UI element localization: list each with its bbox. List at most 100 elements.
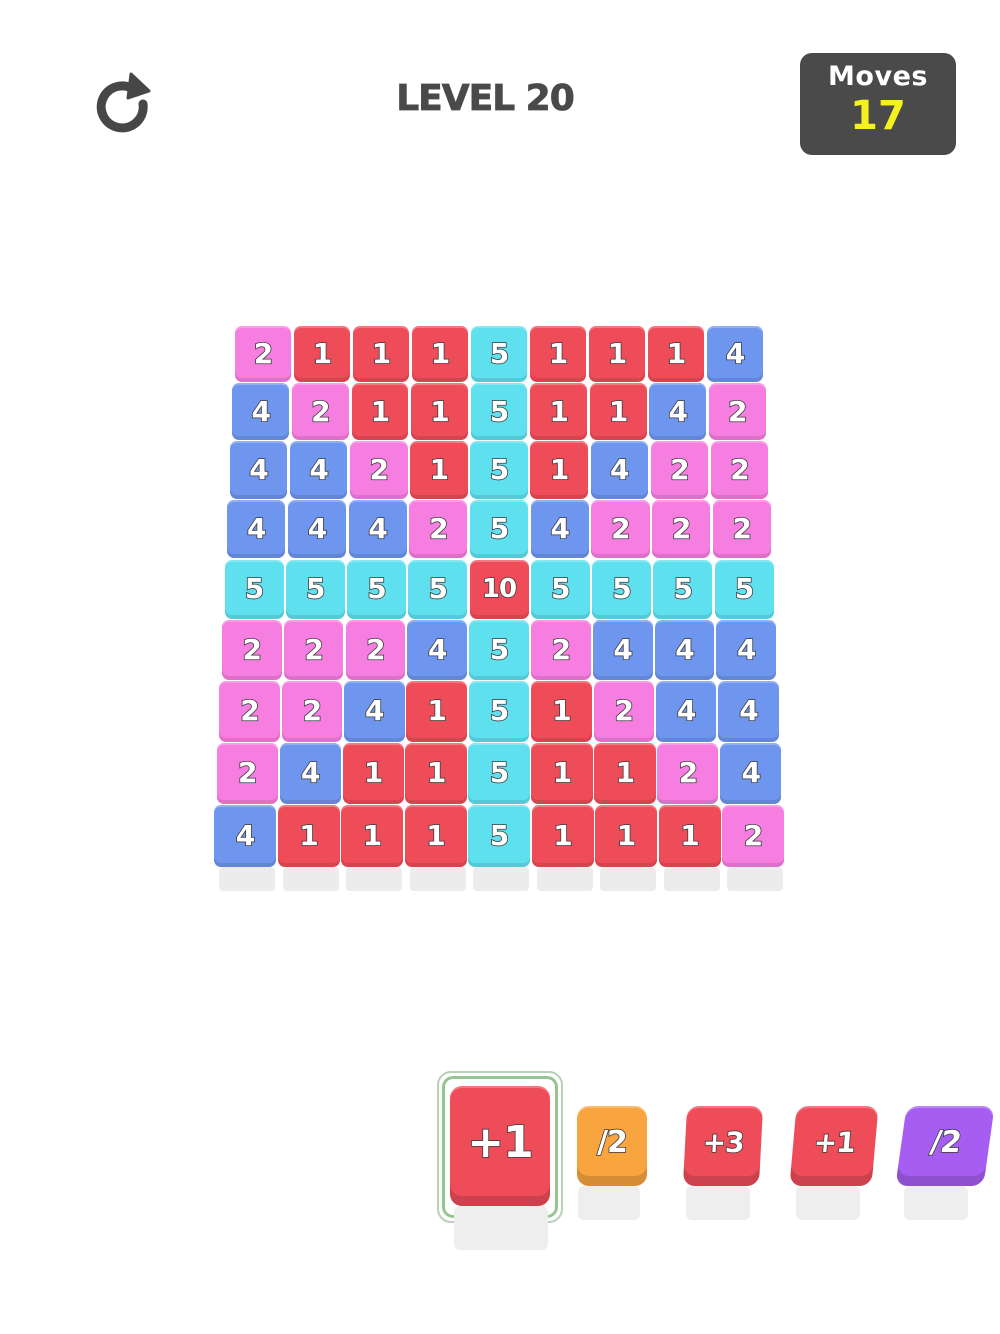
grid-tile[interactable]: 2 — [283, 620, 344, 680]
grid-tile[interactable]: 4 — [590, 441, 648, 499]
grid-tile[interactable]: 1 — [595, 805, 657, 868]
grid-tile[interactable]: 1 — [353, 326, 409, 382]
grid-tile[interactable]: 4 — [530, 500, 589, 559]
grid-tile[interactable]: 1 — [531, 805, 594, 868]
grid-tile[interactable]: 4 — [227, 500, 286, 559]
grid-tile[interactable]: 1 — [411, 383, 468, 441]
grid-tile[interactable]: 2 — [350, 441, 408, 499]
grid-tile[interactable]: 4 — [232, 383, 290, 441]
grid-tile[interactable]: 1 — [294, 326, 350, 382]
tile-value: 2 — [678, 756, 699, 790]
grid-tile[interactable]: 2 — [708, 383, 766, 441]
grid-tile[interactable]: 2 — [712, 500, 771, 559]
grid-tile[interactable]: 1 — [589, 326, 645, 382]
tile-value: 4 — [550, 512, 571, 546]
grid-tile[interactable]: 4 — [654, 620, 715, 680]
grid-tile[interactable]: 4 — [592, 620, 653, 680]
grid-tile[interactable]: 5 — [469, 620, 529, 680]
grid-tile[interactable]: 4 — [707, 326, 763, 382]
grid-tile[interactable]: 1 — [412, 326, 468, 382]
grid-tile[interactable]: 1 — [341, 805, 403, 868]
grid-tile[interactable]: 4 — [279, 742, 341, 805]
tile-value: 1 — [615, 756, 636, 790]
grid-tile[interactable]: 1 — [530, 326, 586, 382]
tile-value: 4 — [246, 512, 267, 546]
grid-tile[interactable]: 1 — [594, 742, 656, 805]
grid-tile[interactable]: 5 — [471, 326, 527, 382]
tile-shadow — [282, 867, 339, 892]
grid-tile[interactable]: 1 — [405, 742, 467, 805]
grid-tile[interactable]: 1 — [342, 742, 404, 805]
grid-tile[interactable]: 4 — [655, 681, 717, 742]
grid-tile[interactable]: 1 — [648, 326, 704, 382]
grid-tile[interactable]: 4 — [214, 805, 276, 868]
grid-tile[interactable]: 5 — [470, 383, 528, 441]
grid-tile[interactable]: 1 — [277, 805, 340, 868]
tile-value: 1 — [552, 819, 573, 853]
grid-tile[interactable]: 5 — [530, 559, 590, 619]
grid-tile[interactable]: 5 — [714, 559, 774, 619]
grid-tile[interactable]: 5 — [285, 559, 345, 619]
operator-piece[interactable]: +1 — [450, 1086, 550, 1206]
grid-tile[interactable]: 4 — [720, 742, 782, 805]
grid-tile[interactable]: 1 — [406, 681, 467, 742]
grid-tile[interactable]: 2 — [219, 681, 280, 742]
grid-tile[interactable]: 10 — [469, 559, 529, 619]
operator-piece[interactable]: /2 — [577, 1106, 647, 1186]
grid-tile[interactable]: 2 — [593, 681, 654, 742]
grid-tile[interactable]: 5 — [468, 681, 530, 742]
grid-tile[interactable]: 1 — [351, 383, 409, 441]
tile-value: 5 — [428, 572, 449, 606]
grid-tile[interactable]: 5 — [408, 559, 468, 619]
grid-tile[interactable]: 4 — [287, 500, 347, 559]
grid-tile[interactable]: 2 — [591, 500, 650, 559]
grid-tile[interactable]: 2 — [657, 742, 719, 805]
tile-value: 4 — [309, 453, 330, 487]
grid-tile[interactable]: 2 — [530, 620, 591, 680]
grid-tile[interactable]: 5 — [592, 559, 651, 619]
grid-tile[interactable]: 5 — [347, 559, 406, 619]
grid-tile[interactable]: 4 — [348, 500, 407, 559]
grid-tile[interactable]: 4 — [716, 620, 777, 680]
grid-tile[interactable]: 4 — [407, 620, 468, 680]
operator-label: +1 — [812, 1125, 857, 1160]
grid-tile[interactable]: 4 — [718, 681, 779, 742]
grid-tile[interactable]: 2 — [291, 383, 349, 441]
grid-tile[interactable]: 1 — [530, 383, 587, 441]
grid-tile[interactable]: 2 — [345, 620, 406, 680]
operator-piece[interactable]: +3 — [682, 1106, 764, 1186]
tile-value: 4 — [251, 394, 272, 428]
operator-piece[interactable]: /2 — [895, 1106, 995, 1186]
grid-tile[interactable]: 4 — [344, 681, 405, 742]
grid-tile[interactable]: 2 — [722, 805, 784, 868]
tile-shadow — [536, 867, 593, 892]
grid-tile[interactable]: 2 — [409, 500, 468, 559]
grid-tile[interactable]: 2 — [651, 500, 711, 559]
grid-tile[interactable]: 5 — [470, 441, 528, 499]
grid-tile[interactable]: 2 — [281, 681, 343, 742]
grid-tile[interactable]: 5 — [653, 559, 713, 619]
tile-value: 1 — [616, 819, 637, 853]
grid-tile[interactable]: 5 — [224, 559, 284, 619]
grid-tile[interactable]: 2 — [216, 742, 278, 805]
grid-tile[interactable]: 5 — [469, 500, 529, 559]
grid-tile[interactable]: 5 — [468, 805, 530, 868]
grid-tile[interactable]: 1 — [404, 805, 467, 868]
grid-tile[interactable]: 1 — [658, 805, 721, 868]
grid-tile[interactable]: 1 — [531, 681, 592, 742]
grid-tile[interactable]: 4 — [649, 383, 707, 441]
grid-tile[interactable]: 1 — [589, 383, 647, 441]
grid-tile[interactable]: 5 — [468, 742, 530, 805]
grid-tile[interactable]: 4 — [229, 441, 288, 499]
piece-shadow — [578, 1186, 640, 1220]
grid-tile[interactable]: 2 — [221, 620, 282, 680]
grid-tile[interactable]: 2 — [710, 441, 769, 499]
grid-tile[interactable]: 1 — [410, 441, 468, 499]
operator-piece[interactable]: +1 — [789, 1106, 879, 1186]
grid-tile[interactable]: 1 — [530, 441, 588, 499]
grid-tile[interactable]: 1 — [531, 742, 593, 805]
grid-tile[interactable]: 2 — [235, 326, 291, 382]
restart-button[interactable] — [86, 66, 158, 138]
grid-tile[interactable]: 2 — [650, 441, 709, 499]
grid-tile[interactable]: 4 — [289, 441, 348, 499]
